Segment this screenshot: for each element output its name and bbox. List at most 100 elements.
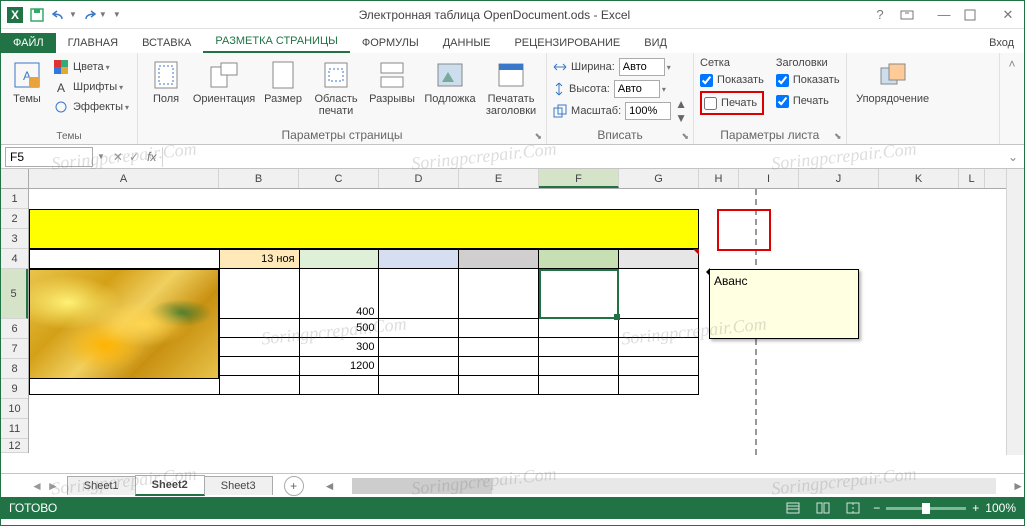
qat-customize-icon[interactable]: ▼ xyxy=(113,10,121,19)
row-header-12[interactable]: 12 xyxy=(1,439,28,453)
add-sheet-button[interactable]: + xyxy=(284,476,304,496)
tab-home[interactable]: ГЛАВНАЯ xyxy=(56,33,130,53)
column-header-G[interactable]: G xyxy=(619,169,699,188)
expand-formula-bar-icon[interactable]: ⌄ xyxy=(1002,150,1024,164)
column-header-B[interactable]: B xyxy=(219,169,299,188)
row-header-2[interactable]: 2 xyxy=(1,209,28,229)
page-layout-view-icon[interactable] xyxy=(813,500,833,516)
headings-print-checkbox[interactable]: Печать xyxy=(776,91,840,111)
effects-button[interactable]: Эффекты▾ xyxy=(51,97,131,117)
background-button[interactable]: Подложка xyxy=(422,57,478,107)
collapse-ribbon-icon[interactable]: ˄ xyxy=(1008,57,1015,71)
tab-insert[interactable]: ВСТАВКА xyxy=(130,33,203,53)
row-header-8[interactable]: 8 xyxy=(1,359,28,379)
column-header-A[interactable]: A xyxy=(29,169,219,188)
cell-c7[interactable]: 300 xyxy=(299,338,379,357)
themes-button[interactable]: A Темы xyxy=(7,57,47,107)
row-header-7[interactable]: 7 xyxy=(1,339,28,359)
tab-review[interactable]: РЕЦЕНЗИРОВАНИЕ xyxy=(502,33,632,53)
print-titles-button[interactable]: Печатать заголовки xyxy=(482,57,540,119)
orientation-button[interactable]: Ориентация xyxy=(192,57,256,107)
tab-page-layout[interactable]: РАЗМЕТКА СТРАНИЦЫ xyxy=(203,31,349,53)
zoom-out-button[interactable]: − xyxy=(873,501,880,515)
help-icon[interactable]: ? xyxy=(868,7,892,22)
zoom-level[interactable]: 100% xyxy=(985,501,1016,515)
horizontal-scrollbar[interactable]: ◄ ► xyxy=(324,478,1024,494)
gridlines-view-checkbox[interactable]: Показать xyxy=(700,70,764,90)
sheet-nav-prev-icon[interactable]: ◄ xyxy=(31,479,43,493)
undo-icon[interactable] xyxy=(49,5,69,25)
page-break-view-icon[interactable] xyxy=(843,500,863,516)
cell-c5[interactable]: 400 xyxy=(299,269,379,319)
row-header-4[interactable]: 4 xyxy=(1,249,28,269)
cancel-icon[interactable]: ✕ xyxy=(113,150,123,164)
sheet-tab-2[interactable]: Sheet2 xyxy=(135,475,205,496)
vertical-scrollbar[interactable] xyxy=(1006,169,1024,455)
column-header-K[interactable]: K xyxy=(879,169,959,188)
column-header-C[interactable]: C xyxy=(299,169,379,188)
zoom-slider[interactable] xyxy=(886,507,966,510)
height-input[interactable] xyxy=(614,80,660,98)
row-header-10[interactable]: 10 xyxy=(1,399,28,419)
row-header-5[interactable]: 5 xyxy=(1,269,28,319)
close-icon[interactable]: ✕ xyxy=(996,7,1020,23)
sign-in-link[interactable]: Вход xyxy=(979,33,1024,53)
column-header-H[interactable]: H xyxy=(699,169,739,188)
ribbon-options-icon[interactable] xyxy=(900,10,924,20)
column-header-E[interactable]: E xyxy=(459,169,539,188)
row-header-11[interactable]: 11 xyxy=(1,419,28,439)
undo-dropdown-icon[interactable]: ▼ xyxy=(69,10,77,19)
embedded-image[interactable] xyxy=(29,269,219,379)
name-box-dropdown-icon[interactable]: ▼ xyxy=(97,152,105,161)
redo-icon[interactable] xyxy=(79,5,99,25)
scale-input[interactable] xyxy=(625,102,671,120)
launcher-icon[interactable]: ⬊ xyxy=(834,131,842,142)
width-input[interactable] xyxy=(619,58,665,76)
redo-dropdown-icon[interactable]: ▼ xyxy=(99,10,107,19)
launcher-icon[interactable]: ⬊ xyxy=(534,131,542,142)
sheet-nav-next-icon[interactable]: ► xyxy=(47,479,59,493)
tab-data[interactable]: ДАННЫЕ xyxy=(431,33,503,53)
row-header-1[interactable]: 1 xyxy=(1,189,28,209)
headings-view-checkbox[interactable]: Показать xyxy=(776,70,840,90)
column-header-F[interactable]: F xyxy=(539,169,619,188)
zoom-in-button[interactable]: + xyxy=(972,501,979,515)
maximize-icon[interactable] xyxy=(964,9,988,21)
colors-button[interactable]: Цвета▾ xyxy=(51,57,131,77)
tab-file[interactable]: ФАЙЛ xyxy=(1,33,56,53)
enter-icon[interactable]: ✓ xyxy=(129,150,139,164)
fonts-button[interactable]: AШрифты▾ xyxy=(51,77,131,97)
spinner-up-icon[interactable]: ▲ xyxy=(675,97,687,111)
tab-view[interactable]: ВИД xyxy=(632,33,679,53)
merged-yellow-cell[interactable] xyxy=(29,209,699,249)
sheet-tab-3[interactable]: Sheet3 xyxy=(204,476,273,495)
margins-button[interactable]: Поля xyxy=(144,57,188,107)
dropdown-icon[interactable]: ▾ xyxy=(662,85,666,94)
sheet-tab-1[interactable]: Sheet1 xyxy=(67,476,136,495)
spinner-down-icon[interactable]: ▼ xyxy=(675,111,687,125)
cell-c8[interactable]: 1200 xyxy=(299,357,379,376)
scroll-right-icon[interactable]: ► xyxy=(1012,479,1024,493)
column-header-J[interactable]: J xyxy=(799,169,879,188)
row-header-9[interactable]: 9 xyxy=(1,379,28,399)
launcher-icon[interactable]: ⬊ xyxy=(682,131,690,142)
arrange-button[interactable]: Упорядочение xyxy=(853,57,933,107)
cell-c6[interactable]: 500 xyxy=(299,319,379,338)
save-icon[interactable] xyxy=(27,5,47,25)
column-header-D[interactable]: D xyxy=(379,169,459,188)
minimize-icon[interactable]: — xyxy=(932,7,956,22)
fx-label[interactable]: fx xyxy=(147,150,156,164)
column-header-L[interactable]: L xyxy=(959,169,985,188)
name-box[interactable] xyxy=(5,147,93,167)
print-area-button[interactable]: Область печати xyxy=(310,57,362,119)
breaks-button[interactable]: Разрывы xyxy=(366,57,418,107)
cell-b4[interactable]: 13 ноя xyxy=(219,250,299,269)
select-all-button[interactable] xyxy=(1,169,29,189)
size-button[interactable]: Размер xyxy=(260,57,306,107)
row-header-6[interactable]: 6 xyxy=(1,319,28,339)
gridlines-print-checkbox[interactable]: Печать xyxy=(704,93,760,113)
cells-grid[interactable]: 13 ноя 400 500 300 1200 Аванс xyxy=(29,189,1006,455)
dropdown-icon[interactable]: ▾ xyxy=(667,63,671,72)
scroll-thumb[interactable] xyxy=(352,478,492,494)
comment-popup[interactable]: Аванс xyxy=(709,269,859,339)
